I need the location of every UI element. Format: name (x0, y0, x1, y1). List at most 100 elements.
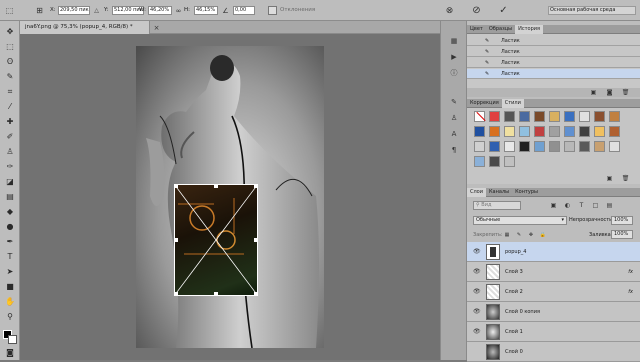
eraser-tool-icon[interactable]: ◪ (4, 176, 16, 188)
document-tab[interactable]: jna6Y.png @ 75,3% (popup_4, RGB/8) * (20, 21, 150, 34)
style-swatch[interactable] (504, 141, 515, 152)
quick-select-tool-icon[interactable]: ✎ (4, 71, 16, 83)
new-document-from-state-icon[interactable]: ▣ (589, 88, 598, 97)
info-panel-icon[interactable]: ⓘ (448, 67, 460, 79)
lock-transparent-icon[interactable]: ▦ (503, 231, 511, 239)
commit-check-icon[interactable]: ✓ (497, 4, 510, 17)
workspace-select[interactable]: Основная рабочая среда (548, 6, 636, 15)
paragraph-panel-icon[interactable]: ¶ (448, 144, 460, 156)
style-swatch[interactable] (549, 141, 560, 152)
lock-position-icon[interactable]: ✥ (527, 231, 535, 239)
visibility-eye-icon[interactable]: 👁 (473, 288, 481, 295)
tab-color[interactable]: Цвет (467, 25, 486, 34)
popup-layer[interactable] (174, 184, 258, 296)
style-swatch[interactable] (609, 111, 620, 122)
lock-all-icon[interactable]: 🔒 (539, 231, 547, 239)
filter-shape-icon[interactable]: □ (591, 201, 600, 210)
style-swatch[interactable] (504, 111, 515, 122)
style-swatch[interactable] (609, 141, 620, 152)
visibility-eye-off-icon[interactable]: 👁 (473, 348, 481, 355)
background-color-swatch[interactable] (8, 335, 17, 344)
style-swatch[interactable] (564, 111, 575, 122)
style-swatch[interactable] (519, 111, 530, 122)
style-swatch[interactable] (474, 111, 486, 122)
dodge-tool-icon[interactable]: ● (4, 221, 16, 233)
lock-pixels-icon[interactable]: ✎ (515, 231, 523, 239)
delete-style-icon[interactable]: 🗑 (621, 174, 630, 183)
brush-tool-icon[interactable]: ✐ (4, 131, 16, 143)
layer-filter-field[interactable]: ⚲ Вид (473, 201, 521, 210)
filter-pixel-icon[interactable]: ▣ (549, 201, 558, 210)
relative-position-icon[interactable]: △ (92, 6, 101, 15)
link-icon[interactable]: ∞ (174, 6, 183, 15)
history-item[interactable]: ✎ Ластик (467, 36, 640, 46)
tab-layers[interactable]: Слои (467, 188, 486, 197)
style-swatch[interactable] (564, 141, 575, 152)
tab-history[interactable]: История (515, 25, 544, 34)
document-image[interactable] (136, 46, 324, 348)
angle-field[interactable]: 0,00 (233, 6, 255, 15)
cancel-icon[interactable]: ⊘ (470, 4, 483, 17)
snapshot-icon[interactable]: ◙ (605, 88, 614, 97)
style-swatch[interactable] (534, 126, 545, 137)
layer-row[interactable]: 👁 Слой 0 копия (467, 302, 640, 322)
layer-effects-badge[interactable]: fx (628, 262, 633, 282)
style-swatch[interactable] (549, 111, 560, 122)
style-swatch[interactable] (474, 156, 485, 167)
style-swatch[interactable] (564, 126, 575, 137)
style-swatch[interactable] (474, 141, 485, 152)
filter-adjustment-icon[interactable]: ◐ (563, 201, 572, 210)
style-swatch[interactable] (474, 126, 485, 137)
tab-styles[interactable]: Стили (501, 99, 524, 108)
filter-type-icon[interactable]: T (577, 201, 586, 210)
healing-tool-icon[interactable]: ✚ (4, 116, 16, 128)
style-swatch[interactable] (519, 141, 530, 152)
history-item-selected[interactable]: ✎ Ластик (467, 69, 640, 79)
layer-row[interactable]: 👁 Слой 3 fx (467, 262, 640, 282)
path-select-tool-icon[interactable]: ➤ (4, 266, 16, 278)
move-tool-icon[interactable]: ✥ (4, 26, 16, 38)
history-panel-icon[interactable]: ▦ (448, 35, 460, 47)
visibility-eye-icon[interactable]: 👁 (473, 248, 481, 255)
shape-tool-icon[interactable]: ■ (4, 281, 16, 293)
visibility-eye-icon[interactable]: 👁 (473, 268, 481, 275)
eyedropper-tool-icon[interactable]: ⁄ (4, 101, 16, 113)
layer-row[interactable]: 👁 Слой 2 fx (467, 282, 640, 302)
tab-channels[interactable]: Каналы (486, 188, 512, 197)
style-swatch[interactable] (489, 141, 500, 152)
quick-mask-icon[interactable]: ◙ (4, 347, 16, 359)
layer-row[interactable]: 👁 Слой 0 (467, 342, 640, 362)
style-swatch[interactable] (579, 126, 590, 137)
style-swatch[interactable] (534, 141, 545, 152)
layer-row[interactable]: 👁 Слой 1 (467, 322, 640, 342)
style-swatch[interactable] (534, 111, 545, 122)
pen-tool-icon[interactable]: ✒ (4, 236, 16, 248)
zoom-tool-icon[interactable]: ⚲ (4, 311, 16, 323)
filter-smart-object-icon[interactable]: ▤ (605, 201, 614, 210)
style-swatch[interactable] (579, 141, 590, 152)
h-field[interactable]: 46,15% (194, 6, 218, 15)
w-field[interactable]: 46,20% (148, 6, 172, 15)
style-swatch[interactable] (504, 156, 515, 167)
layer-effects-badge[interactable]: fx (628, 282, 633, 302)
trash-icon[interactable]: 🗑 (621, 88, 630, 97)
new-style-icon[interactable]: ▣ (605, 174, 614, 183)
close-tab-icon[interactable]: × (152, 23, 161, 32)
checkbox-icon[interactable] (268, 6, 277, 15)
tab-swatches[interactable]: Образцы (486, 25, 515, 34)
transform-tool-icon[interactable]: ⬚ (3, 4, 16, 17)
blur-tool-icon[interactable]: ◆ (4, 206, 16, 218)
x-field[interactable]: 209,50 пик (58, 6, 90, 15)
style-swatch[interactable] (489, 156, 500, 167)
layer-row[interactable]: 👁 popup_4 (467, 242, 640, 262)
style-swatch[interactable] (504, 126, 515, 137)
style-swatch[interactable] (579, 111, 590, 122)
tab-paths[interactable]: Контуры (512, 188, 541, 197)
clone-source-icon[interactable]: ♙ (448, 112, 460, 124)
style-swatch[interactable] (489, 111, 500, 122)
style-swatch[interactable] (549, 126, 560, 137)
style-swatch[interactable] (519, 126, 530, 137)
brush-presets-icon[interactable]: ✎ (448, 96, 460, 108)
style-swatch[interactable] (609, 126, 620, 137)
character-panel-icon[interactable]: A (448, 128, 460, 140)
